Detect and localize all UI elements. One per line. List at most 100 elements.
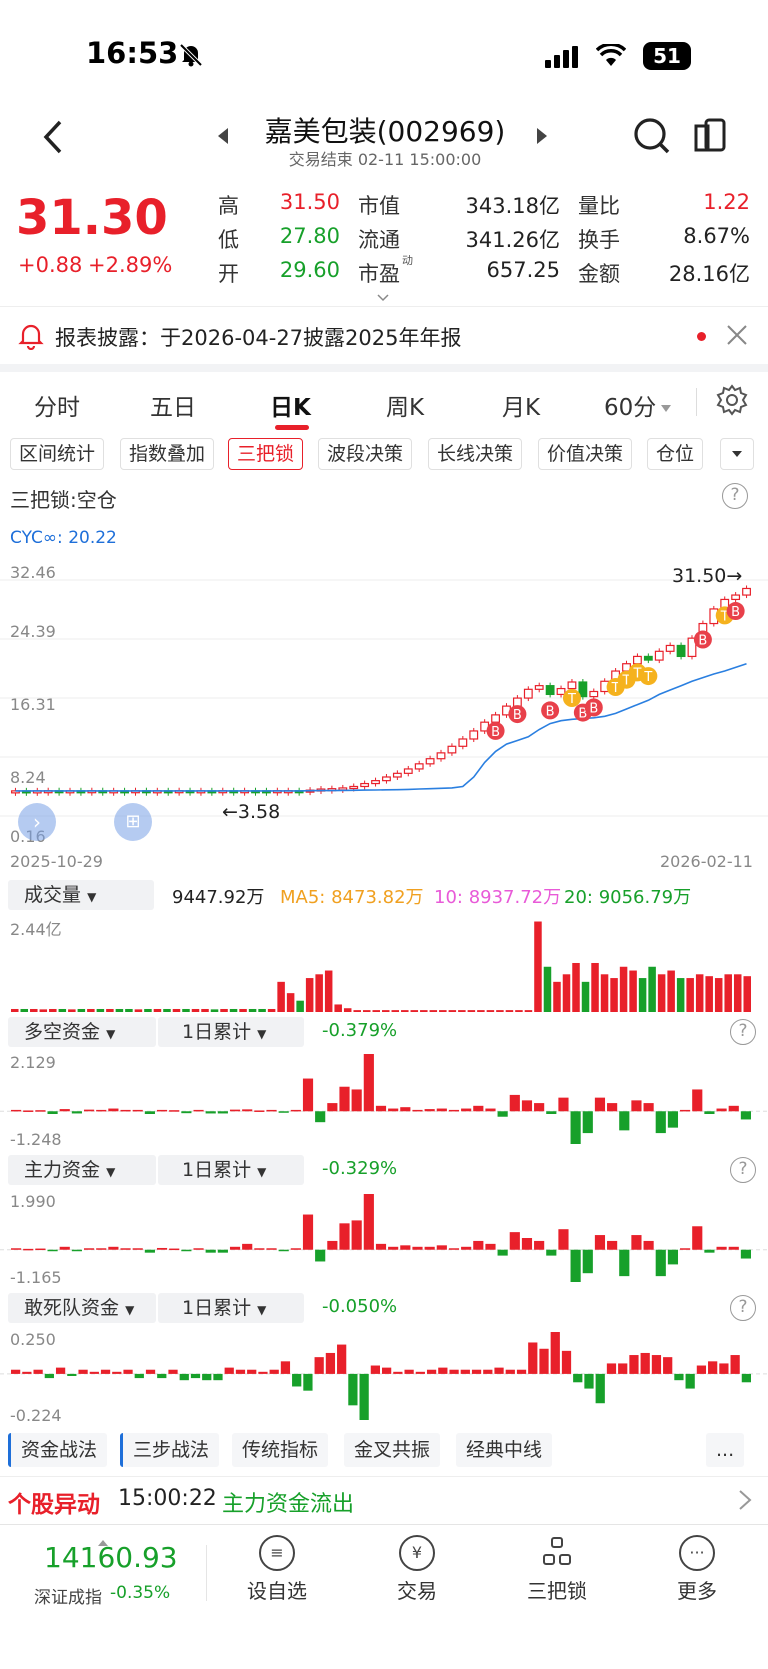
fund-bar — [607, 1240, 618, 1250]
fullscreen-button[interactable]: ⊞ — [114, 803, 152, 841]
fund-bar — [217, 1111, 228, 1114]
tool-three-locks[interactable]: 三把锁 — [228, 438, 304, 470]
tab-daily-k[interactable]: 日K — [270, 388, 311, 422]
indicator-golden-cross[interactable]: 金叉共振 — [344, 1433, 441, 1467]
tab-weekly-k[interactable]: 周K — [386, 388, 424, 422]
fund-bar — [558, 1229, 569, 1250]
volume-bar — [87, 1008, 95, 1012]
next-stock-icon[interactable] — [537, 128, 549, 148]
fund-bar — [363, 1194, 374, 1250]
cyc-value: CYC∞: 20.22 — [10, 528, 117, 548]
lock-group-icon — [539, 1535, 575, 1571]
fund-selector[interactable]: 敢死队资金 ▼ — [8, 1293, 156, 1323]
nav-trade[interactable]: ¥ 交易 — [372, 1535, 462, 1604]
volume-bar — [30, 1008, 38, 1012]
notice-bar[interactable]: 报表披露：于2026-04-27披露2025年年报 — [0, 306, 768, 364]
turnover-label: 换手 — [578, 228, 620, 252]
fund-selector[interactable]: 多空资金 ▼ — [8, 1017, 156, 1047]
share-icon[interactable] — [694, 118, 728, 158]
tab-five-day[interactable]: 五日 — [150, 388, 196, 422]
volume-bar — [20, 1008, 29, 1012]
help-icon[interactable]: ? — [730, 1295, 756, 1321]
indicator-classic-mid[interactable]: 经典中线 — [456, 1433, 553, 1467]
candle — [447, 745, 457, 754]
tool-position[interactable]: 仓位 — [647, 438, 704, 470]
fund-bar — [67, 1373, 77, 1376]
volume-selector[interactable]: 成交量 ▼ — [8, 880, 154, 910]
nav-add-watchlist[interactable]: ≡ 设自选 — [232, 1535, 322, 1604]
candle — [534, 685, 544, 690]
fund-bar — [351, 1089, 362, 1112]
prev-stock-icon[interactable] — [218, 128, 230, 148]
candle — [665, 644, 675, 652]
fund-bar — [59, 1109, 70, 1112]
tab-dropdown-icon[interactable] — [661, 398, 671, 417]
tool-value-decision[interactable]: 价值决策 — [538, 438, 633, 470]
index-name: 深证成指 — [34, 1588, 102, 1608]
fund-selector[interactable]: 主力资金 ▼ — [8, 1155, 156, 1185]
nav-three-locks[interactable]: 三把锁 — [512, 1535, 602, 1604]
indicator-traditional[interactable]: 传统指标 — [232, 1433, 329, 1467]
dropdown-icon: ▼ — [257, 1165, 267, 1179]
trade-status: 交易结束 02-11 15:00:00 — [288, 150, 482, 169]
tool-index-overlay[interactable]: 指数叠加 — [120, 438, 215, 470]
index-value[interactable]: 14160.93 — [44, 1541, 178, 1574]
volume-bar — [286, 993, 295, 1012]
nav-more[interactable]: ··· 更多 — [652, 1535, 742, 1604]
indicator-more[interactable]: ... — [706, 1433, 745, 1467]
settings-gear-icon[interactable] — [716, 384, 748, 420]
volume-bar — [695, 974, 704, 1012]
tool-more-dropdown[interactable] — [720, 438, 754, 470]
back-icon[interactable] — [40, 118, 66, 160]
alert-time: 15:00:22 — [118, 1486, 217, 1511]
help-icon[interactable]: ? — [722, 483, 748, 509]
period-selector-label: 1日累计 — [182, 1159, 252, 1181]
tab-60-min[interactable]: 60分 — [604, 388, 656, 422]
fund-bar — [292, 1373, 302, 1387]
tool-range-stats[interactable]: 区间统计 — [10, 438, 105, 470]
fund-bar — [741, 1373, 751, 1383]
volume-bar — [144, 1008, 152, 1012]
volume-bar — [115, 1008, 124, 1012]
pe-value: 657.25 — [486, 258, 560, 282]
fund-bar — [485, 1108, 496, 1112]
scroll-left-button[interactable]: › — [18, 803, 56, 841]
fund-bar — [595, 1373, 605, 1404]
fund-bar — [521, 1100, 533, 1112]
expand-chevron-icon[interactable] — [376, 288, 390, 307]
section-divider — [0, 364, 768, 372]
fund-bar — [521, 1238, 533, 1250]
indicator-three-step[interactable]: 三步战法 — [120, 1433, 220, 1467]
fund-bar — [315, 1249, 326, 1262]
volume-bar — [439, 1010, 447, 1012]
tool-band-decision[interactable]: 波段决策 — [318, 438, 413, 470]
volume-bar — [619, 966, 628, 1012]
help-icon[interactable]: ? — [730, 1157, 756, 1183]
period-selector[interactable]: 1日累计 ▼ — [158, 1155, 304, 1185]
indicator-fund-strategy[interactable]: 资金战法 — [8, 1433, 108, 1467]
status-time: 16:53 — [86, 36, 179, 70]
fund-bar — [594, 1097, 606, 1112]
volume-bar — [248, 1008, 257, 1012]
tab-minute[interactable]: 分时 — [34, 388, 80, 422]
period-selector[interactable]: 1日累计 ▼ — [158, 1017, 304, 1047]
volume-bar — [543, 966, 552, 1012]
volume-bar — [467, 1010, 476, 1012]
fund-bar — [205, 1249, 216, 1253]
period-selector[interactable]: 1日累计 ▼ — [158, 1293, 304, 1323]
battery-level: 51 — [653, 44, 681, 68]
help-icon[interactable]: ? — [730, 1019, 756, 1045]
volume-bar — [562, 974, 571, 1012]
stock-title: 嘉美包装(002969) — [264, 115, 506, 148]
candle — [742, 587, 751, 596]
fund-bar — [528, 1342, 538, 1374]
volume-bar — [49, 1008, 57, 1012]
stock-alert-bar[interactable]: 个股异动 15:00:22 主力资金流出 — [0, 1476, 768, 1524]
tool-long-decision[interactable]: 长线决策 — [428, 438, 523, 470]
tab-monthly-k[interactable]: 月K — [502, 388, 540, 422]
search-icon[interactable] — [632, 116, 672, 160]
fund-bar — [460, 1369, 470, 1374]
fund-bar — [692, 1226, 703, 1250]
close-icon[interactable] — [726, 324, 748, 350]
fund-bar — [415, 1371, 425, 1374]
